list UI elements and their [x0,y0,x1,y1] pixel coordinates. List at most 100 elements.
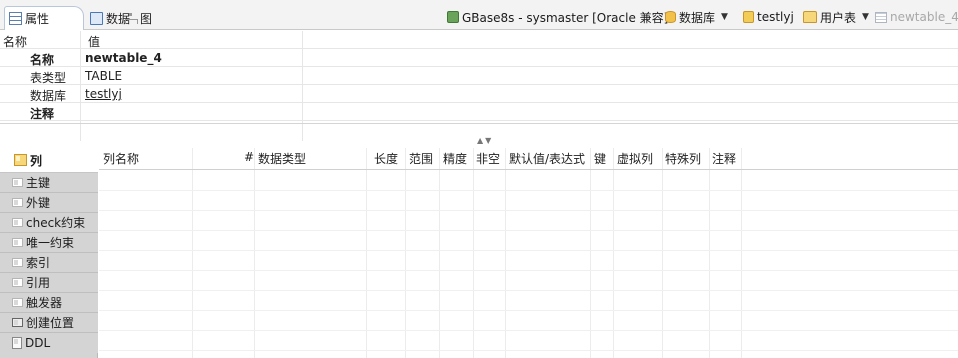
column-header-not-null[interactable]: 非空 [476,150,500,167]
sidebar-item-foreign-key[interactable]: 外键 [0,193,98,213]
property-row-name[interactable]: 名称 newtable_4 [0,49,958,67]
sidebar-item-label: 触发器 [26,296,63,310]
primary-key-icon [12,178,23,187]
sidebar-item-primary-key[interactable]: 主键 [0,173,98,193]
diagram-tree-icon [124,12,138,25]
column-header-length[interactable]: 长度 [374,150,398,167]
column-header-virtual[interactable]: 虚拟列 [617,150,653,167]
row-line [99,290,958,291]
column-header-key[interactable]: 键 [594,150,606,167]
grid-line [709,148,710,358]
properties-header-row: 名称 值 [0,31,958,49]
grid-line [590,148,591,358]
column-header-datatype[interactable]: 数据类型 [258,150,306,167]
schema-icon [743,11,754,23]
sidebar-item-unique-constraint[interactable]: 唯一约束 [0,233,98,253]
column-header-comment[interactable]: 注释 [712,150,736,167]
check-constraint-icon [12,218,23,227]
collapse-arrows-icon[interactable]: ▲▼ [477,136,493,145]
sidebar-item-check-constraint[interactable]: check约束 [0,213,98,233]
column-header-name[interactable]: 列名称 [103,150,139,167]
sidebar-item-label: 列 [30,153,43,168]
sidebar-item-triggers[interactable]: 触发器 [0,293,98,313]
column-header-scale[interactable]: 范围 [409,150,433,167]
breadcrumb-database[interactable]: 数据库 ▼ [665,9,728,25]
panel-splitter[interactable]: ▲▼ [0,136,958,147]
breadcrumb-database-label: 数据库 [679,10,716,25]
row-line [99,310,958,311]
grid-line [254,148,255,358]
breadcrumb-schema[interactable]: testlyj [743,9,794,25]
property-row-comment[interactable]: 注释 [0,103,958,121]
sidebar-item-label: 主键 [26,176,51,190]
column-header-default[interactable]: 默认值/表达式 [509,150,585,167]
chevron-down-icon[interactable]: ▼ [721,12,728,22]
sidebar-item-label: 唯一约束 [26,236,75,250]
properties-grid-icon [9,12,22,25]
tab-diagram-label: 图 [140,11,153,26]
grid-line [405,148,406,358]
properties-grid: 名称 值 名称 newtable_4 表类型 TABLE 数据库 testlyj… [0,31,958,153]
columns-table[interactable]: 列名称 # 数据类型 长度 范围 精度 非空 默认值/表达式 键 虚拟列 特殊列… [99,148,958,358]
foreign-key-icon [12,198,23,207]
breadcrumb-connection-label: GBase8s - sysmaster [Oracle 兼容] [462,10,669,25]
index-icon [12,258,23,267]
database-link[interactable]: testlyj [85,87,122,101]
data-document-icon [90,11,103,25]
table-icon [875,11,887,23]
property-value[interactable]: newtable_4 [85,51,162,65]
breadcrumb-schema-label: testlyj [757,10,794,24]
property-key: 数据库 [30,89,67,103]
database-icon [665,11,676,23]
sidebar-item-label: 索引 [26,256,51,270]
property-row-table-type[interactable]: 表类型 TABLE [0,67,958,85]
sidebar-item-ddl[interactable]: DDL [0,333,98,353]
breadcrumb-connection[interactable]: GBase8s - sysmaster [Oracle 兼容] [447,9,668,25]
breadcrumb-table[interactable]: newtable_4 [875,9,958,25]
row-line [99,350,958,351]
tab-properties[interactable]: 属性 [4,6,84,30]
property-value: TABLE [85,69,123,83]
editor-tab-bar: 属性 数据 图 GBase8s - sysmaster [Oracle 兼容] … [0,0,958,30]
grid-line [741,148,742,358]
header-name: 名称 [3,35,28,49]
columns-table-header: 列名称 # 数据类型 长度 范围 精度 非空 默认值/表达式 键 虚拟列 特殊列… [99,148,958,170]
header-value: 值 [88,35,101,49]
grid-line [366,148,367,358]
column-header-precision[interactable]: 精度 [443,150,467,167]
storage-location-icon [12,318,23,327]
sidebar-item-references[interactable]: 引用 [0,273,98,293]
table-editor-sidebar: 列 主键 外键 check约束 唯一约束 索引 引用 触发器 创建位置 DDL [0,148,98,358]
grid-line [662,148,663,358]
sidebar-item-indexes[interactable]: 索引 [0,253,98,273]
sidebar-item-columns[interactable]: 列 [0,148,98,173]
columns-icon [14,154,27,166]
row-line [99,190,958,191]
column-header-index[interactable]: # [244,150,254,164]
sidebar-item-label: check约束 [26,216,86,230]
trigger-icon [12,298,23,307]
tab-diagram[interactable]: 图 [120,6,156,30]
grid-line [192,148,193,358]
property-key: 名称 [30,53,55,67]
user-tables-folder-icon [803,11,817,23]
column-header-special[interactable]: 特殊列 [665,150,701,167]
property-row-database[interactable]: 数据库 testlyj [0,85,958,103]
row-line [99,270,958,271]
grid-line [613,148,614,358]
chevron-down-icon[interactable]: ▼ [862,12,869,22]
tab-properties-label: 属性 [25,12,50,26]
sidebar-item-label: 外键 [26,196,51,210]
grid-line [439,148,440,358]
gbase-connection-icon [447,11,459,23]
property-key: 注释 [30,107,55,121]
sidebar-item-storage-location[interactable]: 创建位置 [0,313,98,333]
property-key: 表类型 [30,71,67,85]
grid-line [473,148,474,358]
sidebar-item-label: 创建位置 [26,316,75,330]
row-line [99,230,958,231]
breadcrumb-user-tables[interactable]: 用户表 ▼ [803,9,869,25]
grid-line [505,148,506,358]
sidebar-item-label: DDL [25,336,51,350]
sidebar-item-label: 引用 [26,276,51,290]
